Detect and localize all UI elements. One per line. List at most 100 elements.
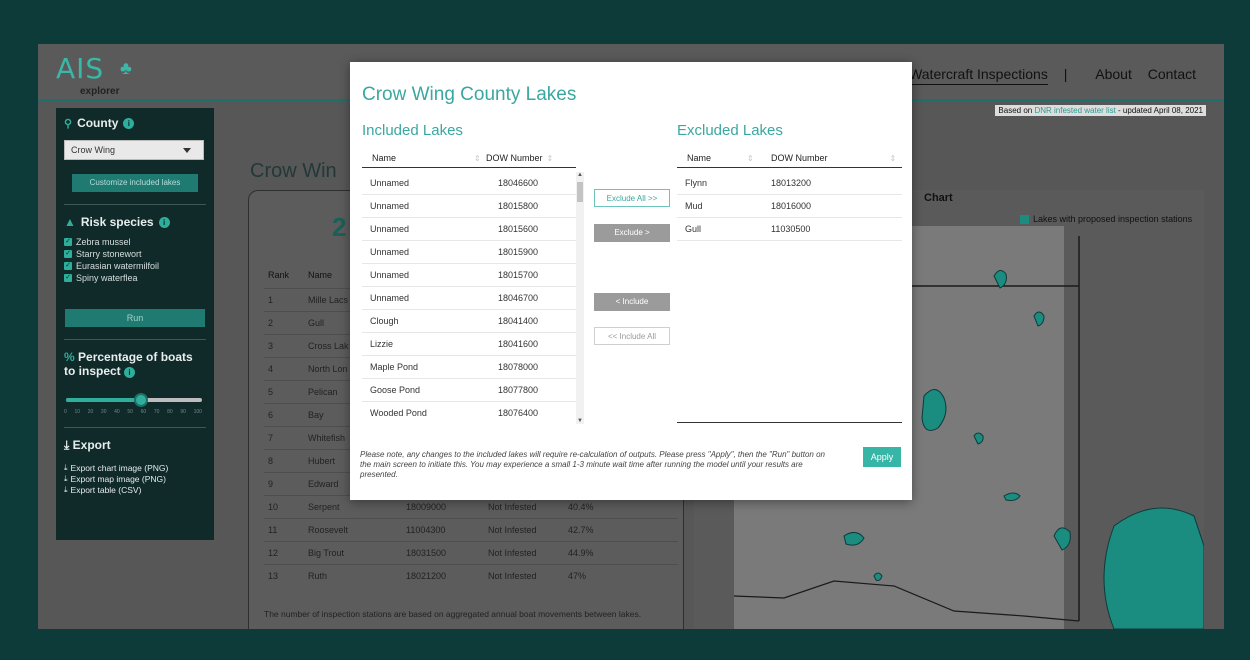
check-icon: ✓	[64, 250, 72, 258]
slider-handle[interactable]	[133, 393, 148, 407]
lake-name: Unnamed	[370, 224, 410, 234]
export-table-link[interactable]: ⤓ Export table (CSV)	[64, 485, 206, 495]
cell-rank: 7	[268, 433, 274, 443]
download-icon: ⤓	[64, 474, 68, 483]
export-label: Export	[72, 438, 111, 452]
exclude-button[interactable]: Exclude >	[594, 224, 670, 242]
station-count: 2	[332, 212, 347, 242]
slider-tick-label: 30	[100, 409, 107, 415]
cell-status: Not Infested	[488, 502, 537, 512]
info-icon[interactable]: i	[124, 367, 136, 378]
legend-swatch	[1020, 214, 1029, 224]
species-checkbox-zebra-mussel[interactable]: ✓ Zebra mussel	[64, 237, 206, 247]
percentage-slider[interactable]	[64, 390, 206, 408]
included-col-dow[interactable]: DOW Number ⇕	[486, 153, 576, 163]
recalculation-note: Please note, any changes to the included…	[360, 450, 825, 479]
slider-tick-label: 50	[127, 409, 133, 415]
slider-ticks: 0 10 20 30 40 50 60 70 80 90 100	[64, 409, 202, 415]
species-checkbox-spiny-waterflea[interactable]: ✓ Spiny waterflea	[64, 273, 206, 283]
lake-name: Flynn	[685, 178, 708, 188]
logo-subtext: explorer	[80, 86, 120, 97]
divider	[64, 204, 206, 205]
table-row[interactable]: 12 Big Trout 18031500 Not Infested 44.9%	[264, 541, 678, 564]
sort-icon: ⇕	[474, 153, 481, 163]
apply-button[interactable]: Apply	[863, 447, 901, 467]
list-item[interactable]: Mud 18016000	[677, 195, 902, 218]
list-item[interactable]: Unnamed 18046700	[362, 287, 576, 310]
county-select[interactable]: Crow Wing	[64, 140, 204, 160]
export-chart-link[interactable]: ⤓ Export chart image (PNG)	[64, 463, 206, 473]
export-link-label: Export table (CSV)	[70, 485, 142, 495]
lake-dow: 18013200	[771, 178, 812, 188]
slider-tick-label: 100	[193, 409, 202, 415]
species-checkbox-starry-stonewort[interactable]: ✓ Starry stonewort	[64, 249, 206, 259]
list-item[interactable]: Flynn 18013200	[677, 172, 902, 195]
scrollbar-thumb[interactable]	[577, 182, 583, 202]
slider-tick-label: 20	[87, 409, 94, 415]
divider	[64, 339, 206, 340]
col-rank[interactable]: Rank	[264, 270, 308, 288]
list-item[interactable]: Unnamed 18015800	[362, 195, 576, 218]
county-heading: ⚲ County i	[64, 116, 206, 130]
lake-dow: 18015600	[498, 224, 539, 234]
lake-mille-lacs[interactable]	[1103, 507, 1204, 629]
cell-pct: 44.9%	[568, 548, 594, 558]
customize-lakes-button[interactable]: Customize included lakes	[72, 174, 198, 192]
scroll-up-icon[interactable]: ▲	[577, 172, 583, 178]
species-checkbox-eurasian-watermilfoil[interactable]: ✓ Eurasian watermilfoil	[64, 261, 206, 271]
chart-label[interactable]: Chart	[924, 192, 953, 204]
dnr-note-suffix: - updated April 08, 2021	[1115, 106, 1203, 115]
lake-dow: 18078000	[498, 362, 539, 372]
list-item[interactable]: Gull 11030500	[677, 218, 902, 241]
cell-pct: 42.7%	[568, 525, 594, 535]
excluded-list-bottom-border	[677, 422, 902, 423]
info-icon[interactable]: i	[158, 216, 170, 228]
dnr-list-link[interactable]: DNR infested water list	[1034, 106, 1115, 115]
list-item[interactable]: Lizzie 18041600	[362, 333, 576, 356]
lake-name: Unnamed	[370, 293, 410, 303]
run-button[interactable]: Run	[65, 309, 205, 327]
include-button[interactable]: < Include	[594, 293, 670, 311]
lake-name: Unnamed	[370, 201, 410, 211]
nav-contact[interactable]: Contact	[1148, 66, 1196, 82]
lake-dow: 18041400	[498, 316, 539, 326]
col-dow-label: DOW Number	[771, 152, 828, 163]
info-icon[interactable]: i	[123, 117, 135, 129]
check-icon: ✓	[64, 262, 72, 270]
table-row[interactable]: 13 Ruth 18021200 Not Infested 47%	[264, 564, 678, 587]
cell-rank: 10	[268, 502, 279, 512]
lake-name: Unnamed	[370, 270, 410, 280]
slider-tick-label: 40	[114, 409, 120, 415]
col-name-label: Name	[372, 152, 397, 163]
include-all-button[interactable]: << Include All	[594, 327, 670, 345]
map-legend: Lakes with proposed inspection stations	[1020, 214, 1192, 224]
list-item[interactable]: Unnamed 18046600	[362, 172, 576, 195]
nav-about[interactable]: About	[1095, 66, 1132, 82]
list-item[interactable]: Clough 18041400	[362, 310, 576, 333]
export-map-link[interactable]: ⤓ Export map image (PNG)	[64, 474, 206, 484]
list-item[interactable]: Goose Pond 18077800	[362, 379, 576, 402]
cell-dow: 18021200	[406, 571, 447, 581]
table-row[interactable]: 11 Roosevelt 11004300 Not Infested 42.7%	[264, 518, 678, 541]
species-label: Eurasian watermilfoil	[76, 261, 160, 271]
excluded-col-dow[interactable]: DOW Number ⇕	[759, 153, 902, 163]
included-col-name[interactable]: Name ⇕	[362, 153, 486, 163]
excluded-table-header: Name ⇕ DOW Number ⇕	[677, 148, 902, 168]
app-logo[interactable]: AIS ♣ explorer	[56, 52, 132, 97]
list-item[interactable]: Maple Pond 18078000	[362, 356, 576, 379]
included-scrollbar[interactable]: ▲ ▼	[576, 172, 584, 424]
list-item[interactable]: Unnamed 18015900	[362, 241, 576, 264]
scroll-down-icon[interactable]: ▼	[577, 418, 583, 424]
list-item[interactable]: Unnamed 18015700	[362, 264, 576, 287]
lake-dow: 18046700	[498, 293, 539, 303]
lake-dow: 18015700	[498, 270, 539, 280]
exclude-all-button[interactable]: Exclude All >>	[594, 189, 670, 207]
lake-marker[interactable]	[873, 572, 883, 581]
download-icon: ⤓	[64, 438, 70, 452]
county-select-value: Crow Wing	[71, 145, 116, 155]
excluded-lakes-title: Excluded Lakes	[677, 122, 783, 139]
footnote: The number of inspection stations are ba…	[264, 609, 642, 619]
list-item[interactable]: Wooded Pond 18076400	[362, 402, 576, 424]
excluded-col-name[interactable]: Name ⇕	[677, 153, 759, 163]
list-item[interactable]: Unnamed 18015600	[362, 218, 576, 241]
